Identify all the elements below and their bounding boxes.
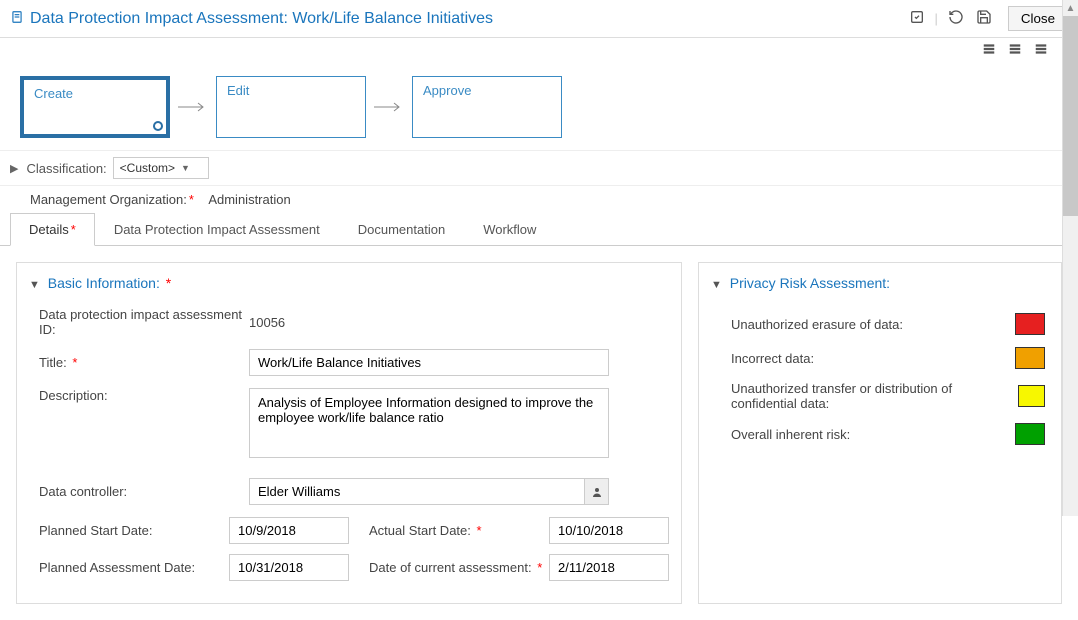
risk-label: Incorrect data: [731,351,814,366]
tab-bar: Details* Data Protection Impact Assessme… [0,213,1078,246]
planned-assessment-input[interactable] [229,554,349,581]
tool-icon-3[interactable] [1034,42,1048,56]
collapse-icon[interactable]: ▼ [711,279,722,291]
controller-input[interactable] [249,478,609,505]
mgmt-org-row: Management Organization:* Administration [0,186,1078,213]
required-marker: * [537,560,542,575]
save-icon[interactable] [974,7,994,30]
panel-heading: ▼ Privacy Risk Assessment: [711,275,1049,291]
controller-row: Data controller: [29,478,669,505]
page-header: Data Protection Impact Assessment: Work/… [0,0,1078,38]
assessment-date-row: Planned Assessment Date: Date of current… [29,554,669,581]
risk-row: Unauthorized transfer or distribution of… [711,375,1049,417]
current-assessment-input[interactable] [549,554,669,581]
planned-start-label: Planned Start Date: [39,523,229,538]
toolbar-icons [0,38,1078,56]
person-lookup-icon[interactable] [584,479,608,504]
tab-dpia[interactable]: Data Protection Impact Assessment [95,213,339,245]
risk-row: Unauthorized erasure of data: [711,307,1049,341]
risk-swatch-red [1015,313,1045,335]
id-value: 10056 [249,315,285,330]
description-row: Description: [29,388,669,458]
risk-label: Unauthorized erasure of data: [731,317,903,332]
refresh-icon[interactable] [907,7,927,30]
panel-heading: ▼ Basic Information: * [29,275,669,291]
id-label: Data protection impact assessment ID: [39,307,249,337]
classification-select[interactable]: <Custom> ▼ [113,157,209,179]
actual-start-input[interactable] [549,517,669,544]
required-marker: * [477,523,482,538]
risk-swatch-green [1015,423,1045,445]
tool-icon-1[interactable] [982,42,996,56]
scroll-up-icon[interactable]: ▲ [1063,0,1078,16]
classification-value: <Custom> [120,161,175,175]
vertical-scrollbar[interactable]: ▲ [1062,0,1078,516]
risk-label: Unauthorized transfer or distribution of… [731,381,1018,411]
header-actions: | Close [907,6,1068,31]
actual-start-label: Actual Start Date: * [349,523,549,538]
workflow-step-approve[interactable]: Approve [412,76,562,138]
expand-icon[interactable]: ▶ [10,162,18,175]
basic-info-panel: ▼ Basic Information: * Data protection i… [16,262,682,604]
planned-assessment-label: Planned Assessment Date: [39,560,229,575]
required-marker: * [72,355,77,370]
tab-documentation[interactable]: Documentation [339,213,464,245]
workflow-step-edit[interactable]: Edit [216,76,366,138]
risk-row: Overall inherent risk: [711,417,1049,451]
active-indicator-icon [153,121,163,131]
tool-icon-2[interactable] [1008,42,1022,56]
required-marker: * [189,192,194,207]
mgmt-org-label: Management Organization: [30,192,187,207]
risk-swatch-orange [1015,347,1045,369]
workflow-step-create[interactable]: Create [20,76,170,138]
content-area: ▼ Basic Information: * Data protection i… [0,246,1078,620]
workflow-step-label: Approve [423,83,471,98]
risk-swatch-yellow [1018,385,1045,407]
arrow-icon [178,100,208,115]
mgmt-org-value: Administration [208,192,290,207]
workflow-step-label: Edit [227,83,249,98]
classification-row: ▶ Classification: <Custom> ▼ [0,150,1078,186]
controller-lookup [249,478,609,505]
workflow-step-label: Create [34,86,73,101]
tab-workflow[interactable]: Workflow [464,213,555,245]
separator: | [935,11,938,26]
risk-panel: ▼ Privacy Risk Assessment: Unauthorized … [698,262,1062,604]
current-assessment-label: Date of current assessment: * [349,560,549,575]
scroll-thumb[interactable] [1063,16,1078,216]
id-row: Data protection impact assessment ID: 10… [29,307,669,337]
classification-label: Classification: [26,161,106,176]
title-label: Title: * [39,355,249,370]
history-icon[interactable] [946,7,966,30]
title-input[interactable] [249,349,609,376]
required-marker: * [71,222,76,237]
workflow-steps: Create Edit Approve [0,56,1078,150]
start-date-row: Planned Start Date: Actual Start Date: * [29,517,669,544]
description-input[interactable] [249,388,609,458]
controller-label: Data controller: [39,484,249,499]
risk-row: Incorrect data: [711,341,1049,375]
tab-details[interactable]: Details* [10,213,95,246]
planned-start-input[interactable] [229,517,349,544]
document-icon [10,10,24,27]
required-marker: * [166,275,171,291]
collapse-icon[interactable]: ▼ [29,279,40,291]
title-row: Title: * [29,349,669,376]
risk-label: Overall inherent risk: [731,427,850,442]
description-label: Description: [39,388,249,403]
chevron-down-icon: ▼ [181,163,190,173]
arrow-icon [374,100,404,115]
page-title: Data Protection Impact Assessment: Work/… [30,10,907,28]
close-button[interactable]: Close [1008,6,1068,31]
